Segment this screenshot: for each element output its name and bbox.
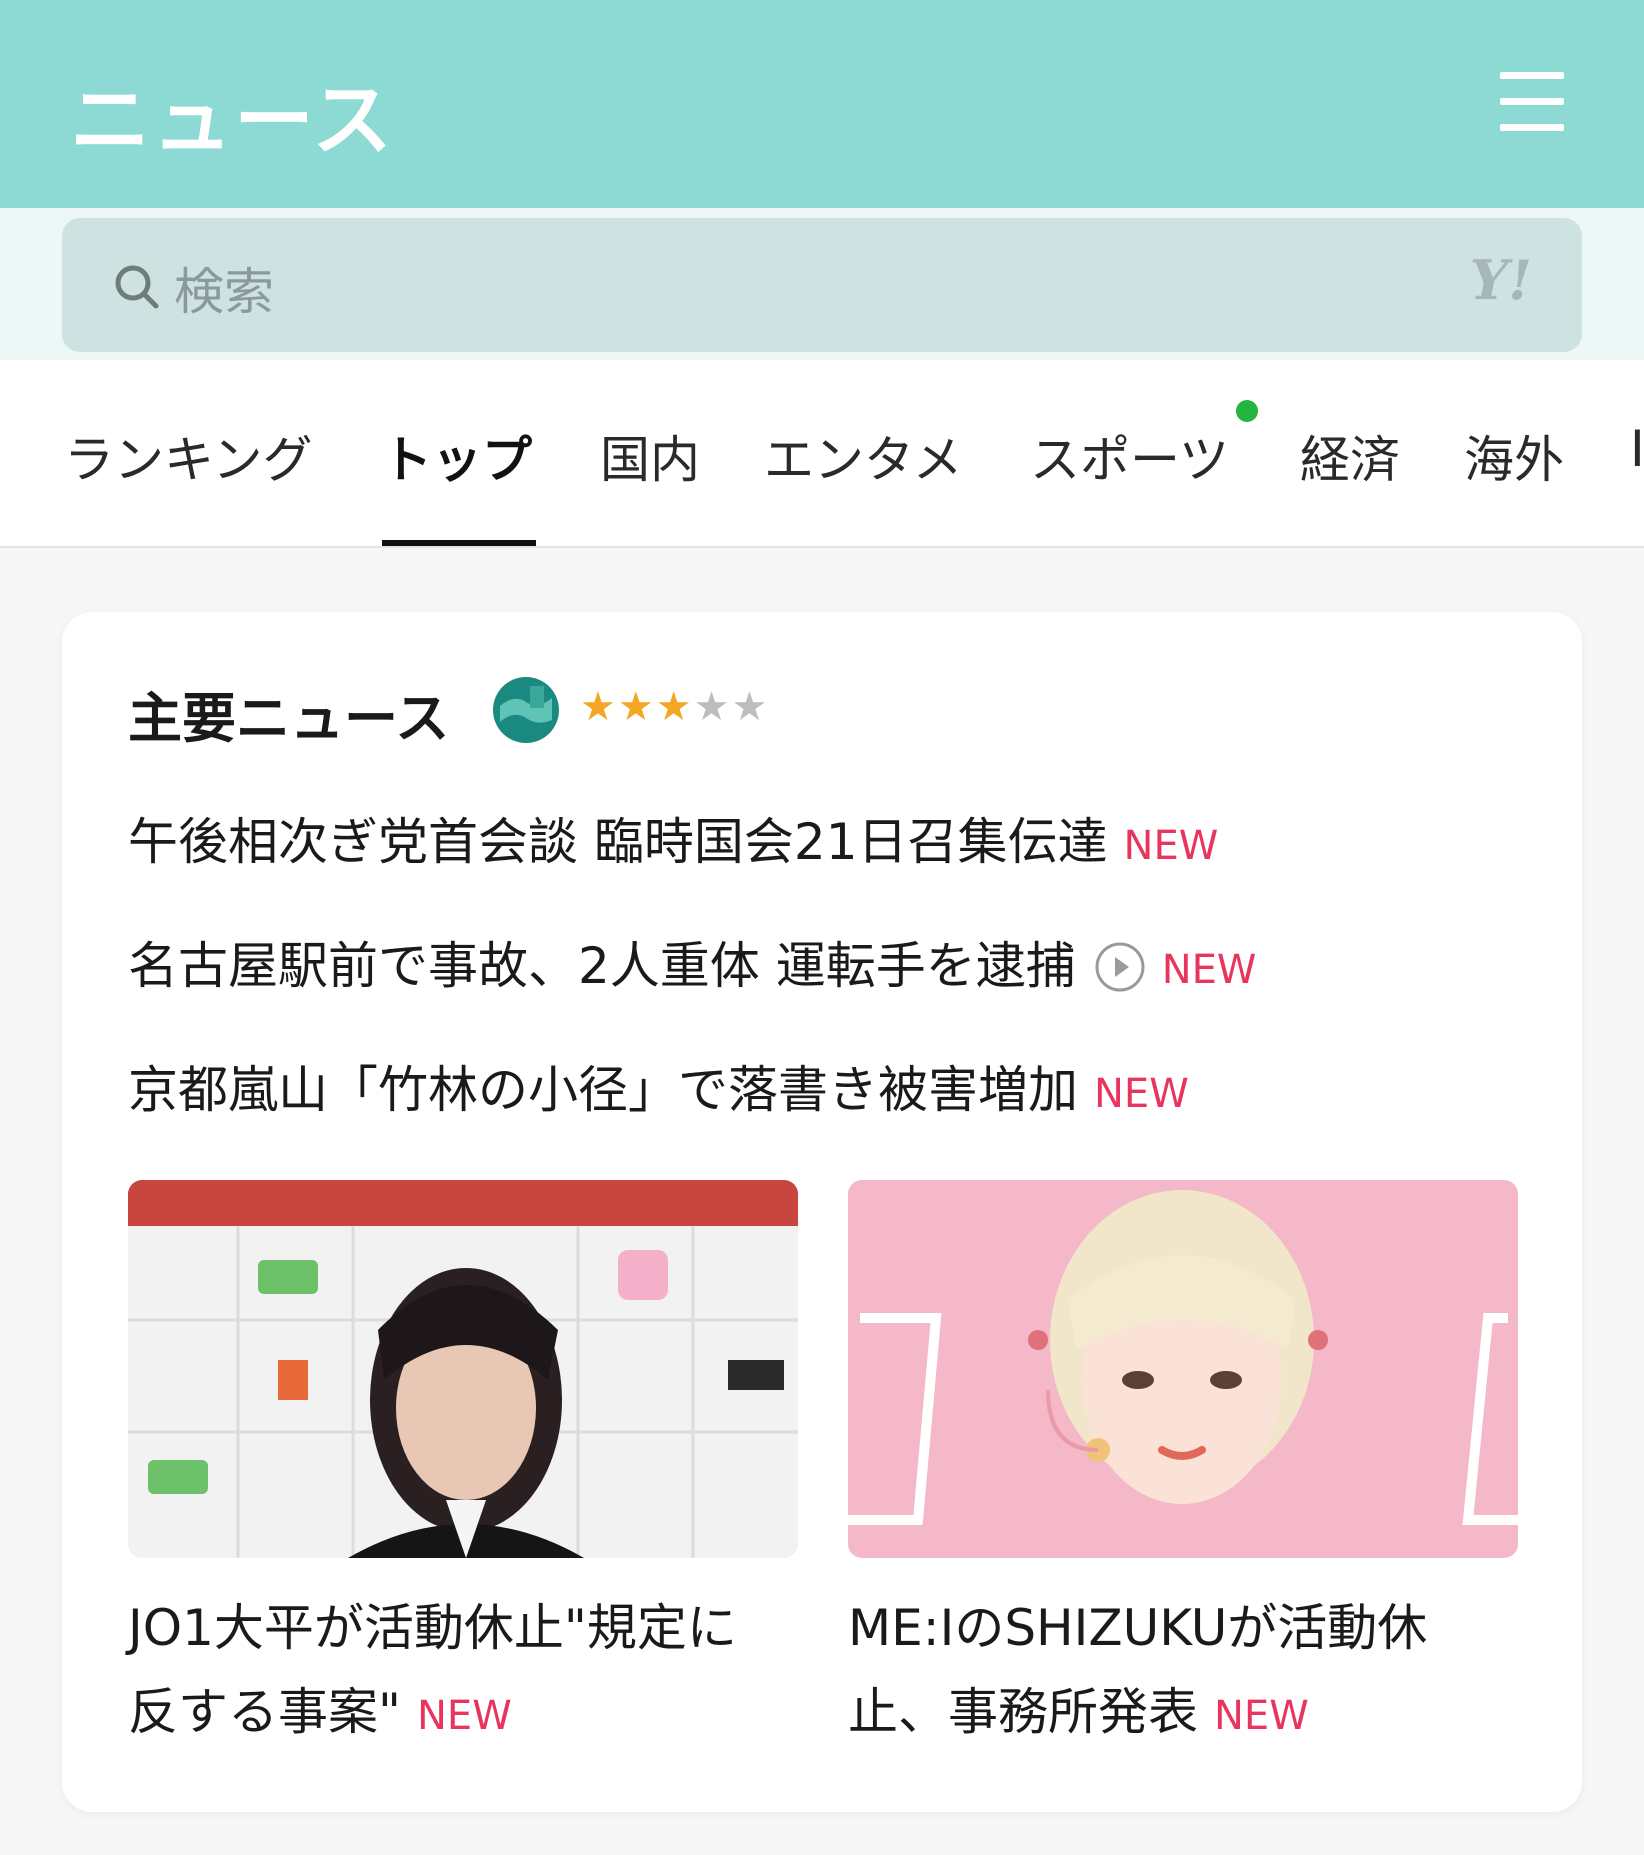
tab-top[interactable]: トップ — [382, 420, 532, 492]
search-placeholder: 検索 — [174, 263, 274, 321]
headline-text: 午後相次ぎ党首会談 臨時国会21日召集伝達 — [128, 813, 1108, 871]
star-icon: ★ — [617, 684, 656, 730]
new-badge: NEW — [1161, 947, 1257, 993]
star-icon: ★ — [655, 684, 694, 730]
search-input[interactable]: 検索 Y! — [62, 218, 1582, 352]
star-icon: ★ — [693, 684, 732, 730]
photo-story-link[interactable]: ME:IのSHIZUKUが活動休 止、事務所発表 NEW — [848, 1586, 1528, 1758]
yahoo-logo: Y! — [1469, 248, 1532, 312]
photo-story-link[interactable]: JO1大平が活動休止"規定に 反する事案" NEW — [128, 1586, 808, 1758]
tab-world[interactable]: 海外 — [1464, 420, 1564, 492]
section-title: 主要ニュース — [128, 687, 450, 750]
photo-story-text: 反する事案" — [128, 1683, 401, 1741]
video-play-icon — [1095, 942, 1145, 991]
news-feed-icon — [493, 677, 559, 743]
headline-link[interactable]: 名古屋駅前で事故、2人重体 運転手を逮捕 NEW — [128, 926, 1256, 998]
star-icon: ★ — [580, 684, 618, 730]
photo-story-text: JO1大平が活動休止"規定に — [128, 1599, 737, 1657]
new-badge: NEW — [1094, 1071, 1189, 1117]
main-news-card: 主要ニュース ★★★★★ 午後相次ぎ党首会談 臨時国会21日召集伝達 NEW 名古… — [62, 612, 1582, 1812]
search-icon — [115, 265, 159, 309]
star-icon: ★ — [731, 684, 770, 730]
photo-story-text: 止、事務所発表 — [848, 1683, 1198, 1741]
tab-domestic[interactable]: 国内 — [600, 420, 700, 492]
active-tab-underline — [382, 540, 536, 546]
hamburger-menu-icon[interactable] — [1500, 72, 1564, 132]
headline-link[interactable]: 午後相次ぎ党首会談 臨時国会21日召集伝達 NEW — [128, 802, 1218, 874]
news-photo[interactable] — [128, 1180, 798, 1558]
new-indicator-dot — [1236, 400, 1258, 422]
news-photo[interactable] — [848, 1180, 1518, 1558]
photo-image — [128, 1180, 798, 1558]
headline-link[interactable]: 京都嵐山「竹林の小径」で落書き被害増加 NEW — [128, 1050, 1189, 1122]
tab-it[interactable]: IT — [1630, 420, 1644, 478]
tab-entertainment[interactable]: エンタメ — [764, 420, 963, 492]
new-badge: NEW — [1214, 1693, 1309, 1739]
app-header: ニュース — [0, 0, 1644, 208]
photo-story-text: ME:IのSHIZUKUが活動休 — [848, 1599, 1428, 1657]
tab-ranking[interactable]: ランキング — [64, 420, 313, 492]
importance-rating: ★★★★★ — [580, 684, 769, 730]
new-badge: NEW — [1123, 823, 1219, 869]
headline-text: 京都嵐山「竹林の小径」で落書き被害増加 — [128, 1061, 1078, 1119]
category-tabs: ランキング トップ 国内 エンタメ スポーツ 経済 海外 IT — [0, 360, 1644, 548]
tab-sports[interactable]: スポーツ — [1030, 420, 1229, 492]
tab-economy[interactable]: 経済 — [1300, 420, 1400, 492]
photo-image — [848, 1180, 1518, 1558]
page-title: ニュース — [70, 74, 394, 167]
new-badge: NEW — [417, 1693, 512, 1739]
headline-text: 名古屋駅前で事故、2人重体 運転手を逮捕 — [128, 937, 1076, 995]
